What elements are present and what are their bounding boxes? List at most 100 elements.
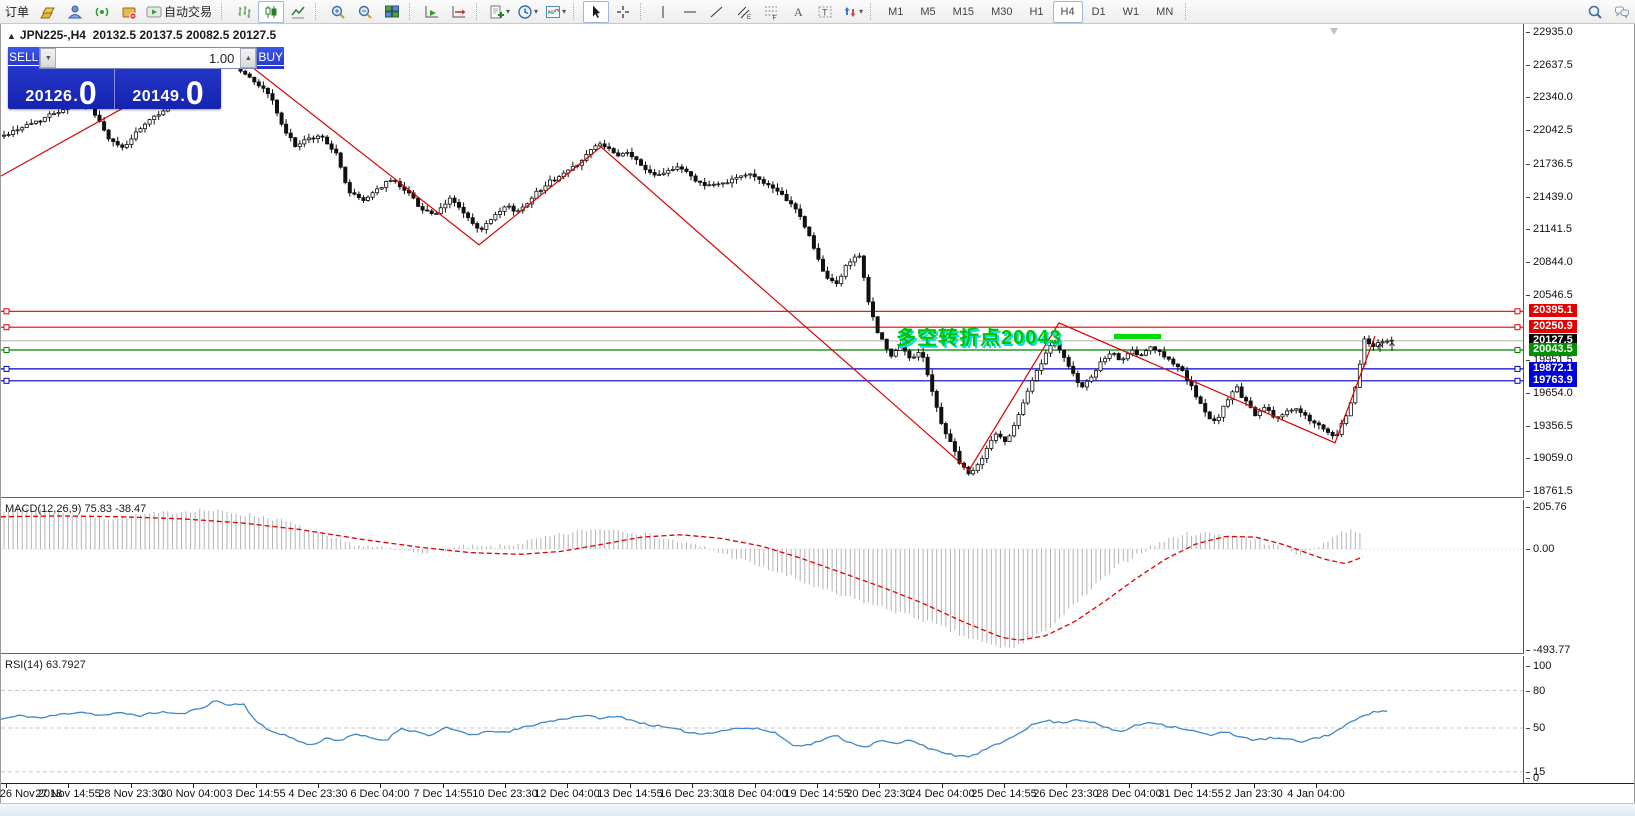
auto-scroll-button[interactable] [419,1,445,23]
line-handle[interactable] [1515,309,1520,314]
toolbar: 订单自动交易▾▾▾EFAT▾M1M5M15M30H1H4D1W1MN [0,0,1635,24]
lot-decrease-button[interactable]: ▼ [40,48,56,68]
vertical-line-button[interactable] [650,1,676,23]
line-handle[interactable] [1515,325,1520,330]
periods-button[interactable]: ▾ [514,1,541,23]
gold-button[interactable] [35,1,61,23]
search-button[interactable] [1582,1,1608,23]
arrows-icon [842,4,858,20]
svg-text:A: A [794,5,803,19]
price-axis-tick: 18761.5 [1526,485,1573,497]
chart-text-annotation[interactable]: 多空转折点20043 [896,321,1062,350]
auto-trading-button[interactable]: 自动交易 [143,1,217,23]
horizontal-line[interactable] [1,366,1523,371]
clock-icon [517,4,533,20]
svg-text:E: E [747,15,751,20]
time-axis-label: 12 Dec 04:00 [534,788,599,800]
horizontal-line[interactable] [1,348,1523,353]
main-chart-panel[interactable]: ▲JPN225-,H4 20132.5 20137.5 20082.5 2012… [1,24,1524,497]
new-order-button[interactable]: 订单 [0,1,34,23]
time-axis-label: 6 Dec 04:00 [350,788,409,800]
horizontal-line[interactable] [1,309,1523,314]
macd-panel[interactable]: MACD(12,26,9) 75.83 -38.47 [1,500,1524,653]
signals-button[interactable] [89,1,115,23]
time-axis-label: 25 Dec 14:55 [971,788,1036,800]
horizontal-line[interactable] [1,378,1523,383]
community-button[interactable] [62,1,88,23]
macd-histogram [4,507,1360,648]
fibonacci-button[interactable]: F [758,1,784,23]
indicators-button[interactable]: ▾ [542,1,569,23]
collapse-panel-icon[interactable]: ▲ [7,31,16,41]
tf-mn[interactable]: MN [1148,1,1181,23]
zoom-in-button[interactable] [325,1,351,23]
time-axis-label: 4 Jan 04:00 [1287,788,1345,800]
tf-h1[interactable]: H1 [1021,1,1051,23]
line-chart-button[interactable] [285,1,311,23]
chart-window: ▲JPN225-,H4 20132.5 20137.5 20082.5 2012… [0,24,1635,804]
lot-increase-button[interactable]: ▲ [240,48,256,68]
trendline-button[interactable] [704,1,730,23]
indicators-icon [545,4,561,20]
chart-shift-marker-icon[interactable] [1330,28,1338,35]
price-axis-tick: 21141.5 [1526,223,1572,235]
line-handle[interactable] [4,348,9,353]
green-trend-segment[interactable] [1114,334,1161,339]
new-chart-button[interactable]: ▾ [486,1,513,23]
line-chart-icon [290,4,306,20]
line-handle[interactable] [1515,378,1520,383]
buy-price[interactable]: 20149.0 [115,69,221,109]
tf-d1[interactable]: D1 [1084,1,1114,23]
time-axis-label: 28 Nov 23:30 [98,788,163,800]
rsi-axis-label: 100 [1526,660,1551,672]
time-axis[interactable]: 26 Nov 201827 Nov 14:5528 Nov 23:3030 No… [1,783,1634,804]
macd-axis-label: 0.00 [1526,543,1554,555]
cursor-button[interactable] [583,1,609,23]
tf-m5[interactable]: M5 [912,1,943,23]
line-handle[interactable] [4,309,9,314]
svg-text:T: T [822,7,828,17]
tf-h4[interactable]: H4 [1053,1,1083,23]
text-button[interactable]: A [785,1,811,23]
crosshair-button[interactable] [610,1,636,23]
bar-chart-icon [236,4,252,20]
trendline-icon [709,4,725,20]
lot-input[interactable] [56,48,240,68]
time-axis-label: 26 Dec 23:30 [1033,788,1098,800]
market-icon [121,4,137,20]
sell-button[interactable]: SELL [8,47,39,69]
line-handle[interactable] [4,378,9,383]
line-handle[interactable] [4,366,9,371]
candlestick-chart-button[interactable] [258,1,284,23]
tf-m30[interactable]: M30 [983,1,1020,23]
horizontal-line[interactable] [1,325,1523,330]
rsi-panel[interactable]: RSI(14) 63.7927 [1,656,1524,783]
horizontal-line-button[interactable] [677,1,703,23]
line-handle[interactable] [1515,366,1520,371]
rsi-line [1,701,1387,757]
line-handle[interactable] [4,325,9,330]
line-handle[interactable] [1515,348,1520,353]
bar-chart-button[interactable] [231,1,257,23]
toolbar-separator [221,3,227,20]
channel-button[interactable]: E [731,1,757,23]
chat-button[interactable] [1609,1,1635,23]
sell-price[interactable]: 20126.0 [8,69,115,109]
tile-windows-button[interactable] [379,1,405,23]
chart-shift-button[interactable] [446,1,472,23]
zoom-out-button[interactable] [352,1,378,23]
lot-box: ▼ ▲ [39,47,257,69]
price-line-label: 20043.5 [1529,343,1577,356]
price-axis[interactable]: 22935.022637.522340.022042.521736.521439… [1524,24,1634,783]
status-bar [0,803,1635,816]
tf-w1[interactable]: W1 [1115,1,1148,23]
toolbar-separator [409,3,415,20]
tf-m15[interactable]: M15 [945,1,982,23]
tf-m1[interactable]: M1 [880,1,911,23]
label-button[interactable]: T [812,1,838,23]
buy-button[interactable]: BUY [257,47,284,69]
dropdown-caret-icon: ▾ [562,7,566,16]
rsi-chart [1,656,1523,783]
arrows-button[interactable]: ▾ [839,1,866,23]
market-button[interactable] [116,1,142,23]
